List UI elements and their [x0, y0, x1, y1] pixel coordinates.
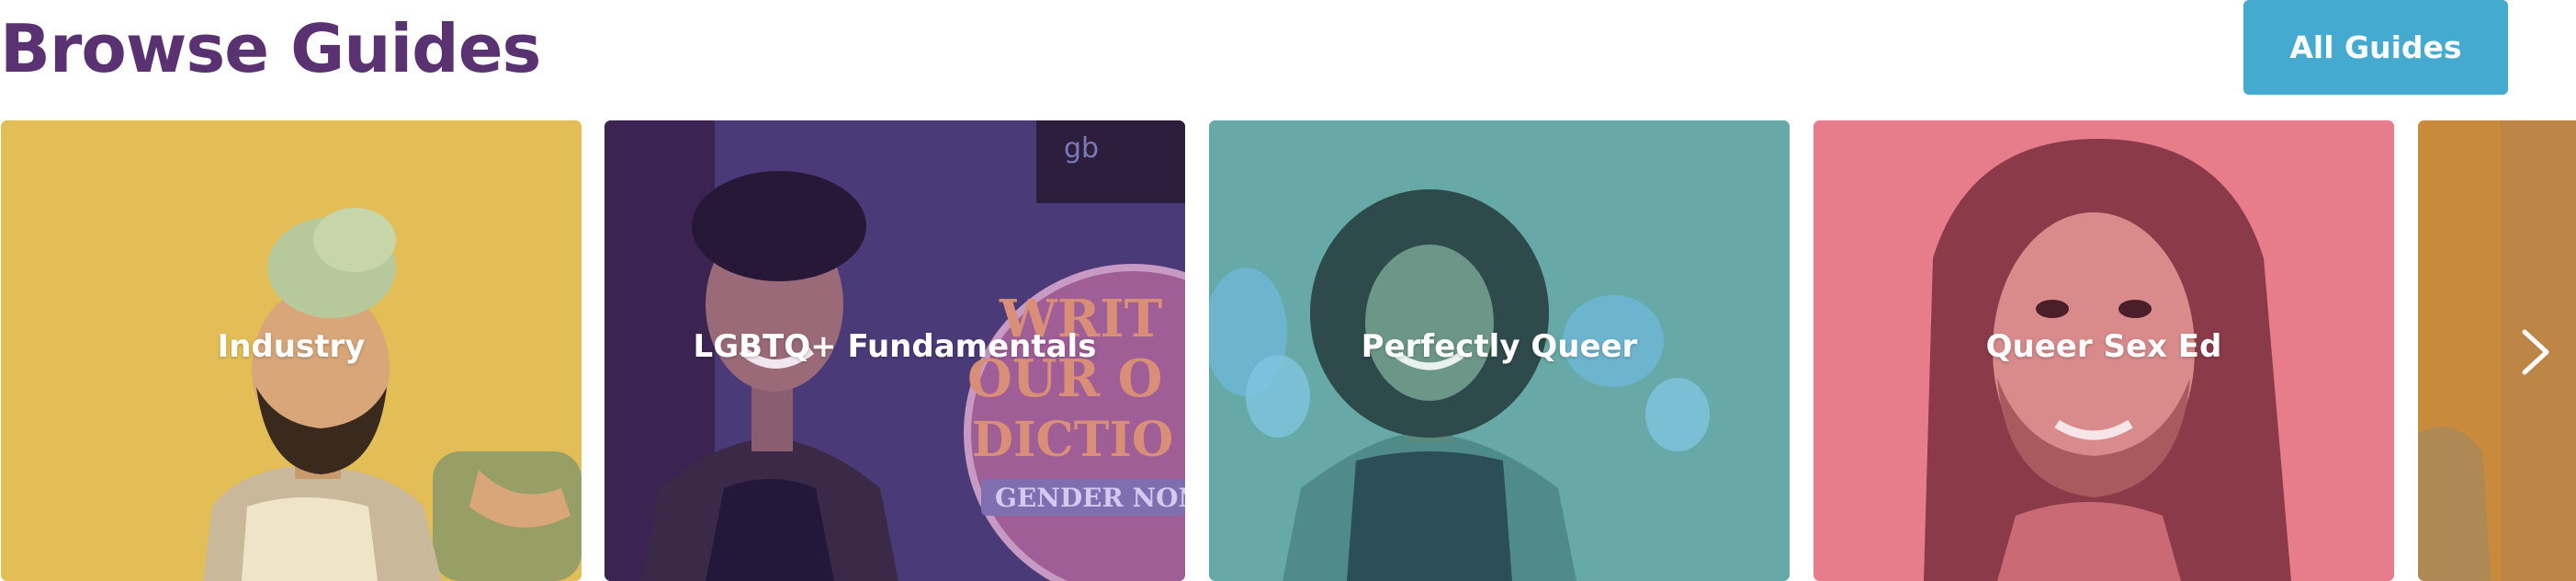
guide-card-queer-sex-ed[interactable]: Queer Sex Ed: [1813, 120, 2394, 581]
board-text: gb: [1064, 132, 1099, 165]
sign-banner: GENDER NON: [995, 483, 1185, 513]
page-title: Browse Guides: [0, 10, 541, 87]
sign-line-3: DICTIO: [972, 412, 1173, 468]
guide-card-label: Perfectly Queer: [1361, 328, 1638, 365]
guide-card-lgbtq-fundamentals[interactable]: gb WRIT OUR O DICTIO GENDER NON LGBTQ+ F…: [604, 120, 1185, 581]
guides-carousel: Industry gb WRIT OUR O DICTIO GENDER NON: [0, 120, 2576, 581]
browse-guides-section: Browse Guides All Guides Industry gb WRI…: [0, 0, 2576, 581]
guide-card-perfectly-queer[interactable]: Perfectly Queer: [1209, 120, 1790, 581]
all-guides-button[interactable]: All Guides: [2243, 0, 2508, 95]
guide-card-label: Queer Sex Ed: [1985, 328, 2222, 365]
guide-card-label: Industry: [217, 328, 366, 365]
chevron-right-icon[interactable]: [2514, 325, 2558, 380]
guide-card-label: LGBTQ+ Fundamentals: [693, 328, 1097, 365]
guide-card-industry[interactable]: Industry: [1, 120, 582, 581]
